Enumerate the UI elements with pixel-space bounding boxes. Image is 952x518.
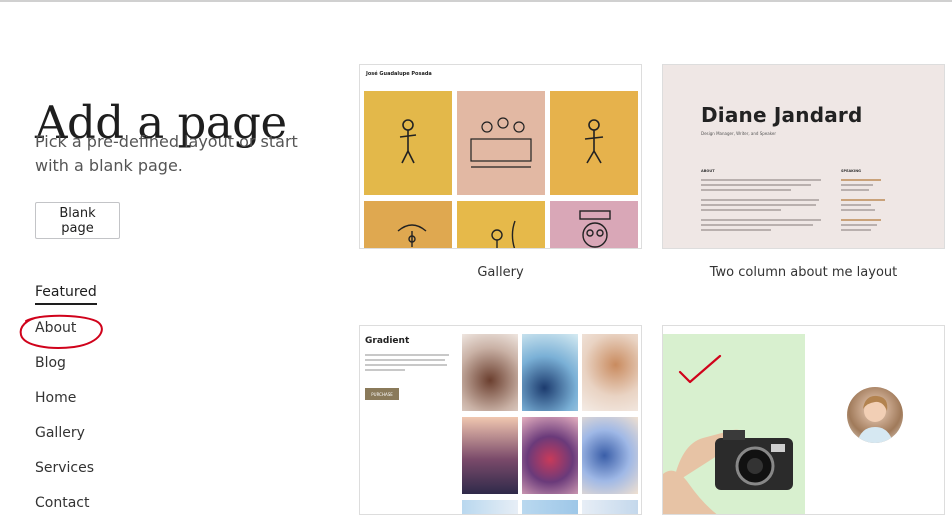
top-border (0, 0, 952, 2)
gallery-tile (457, 201, 545, 248)
gallery-preview-title: José Guadalupe Posada (366, 71, 432, 77)
gradient-tile (462, 334, 518, 411)
gradient-tile (522, 334, 578, 411)
gallery-tile (457, 91, 545, 195)
gradient-tile (582, 417, 638, 494)
gradient-tile (522, 500, 578, 514)
red-annotation-circle (19, 314, 103, 349)
gradient-text-placeholder (365, 354, 449, 371)
gradient-tile (582, 500, 638, 514)
about-preview-name: Diane Jandard (701, 103, 863, 127)
red-checkmark-icon (678, 354, 722, 384)
gradient-tile (462, 417, 518, 494)
umbrella-skeleton-icon (397, 224, 427, 247)
about-heading: ABOUT (701, 169, 715, 173)
portrait-icon (857, 395, 893, 443)
category-home[interactable]: Home (35, 390, 76, 406)
layout-card-two-column-about[interactable]: Diane Jandard Design Manager, Writer, an… (662, 64, 945, 249)
layout-card-gradient[interactable]: Gradient PURCHASE (359, 325, 642, 515)
gallery-tile (364, 91, 452, 195)
category-featured[interactable]: Featured (35, 284, 97, 305)
gradient-tile (462, 500, 518, 514)
layout-caption-gallery: Gallery (477, 265, 524, 280)
gradient-preview-title: Gradient (365, 336, 410, 346)
gradient-tile (522, 417, 578, 494)
about-text-placeholder (701, 179, 821, 231)
category-gallery[interactable]: Gallery (35, 425, 85, 441)
layout-card-gallery[interactable]: José Guadalupe Posada (359, 64, 642, 249)
category-contact[interactable]: Contact (35, 495, 89, 511)
blank-page-button[interactable]: Blank page (35, 202, 120, 239)
category-services[interactable]: Services (35, 460, 94, 476)
layout-caption-two-column-about: Two column about me layout (709, 265, 898, 280)
skeleton-illustration-icon (491, 220, 516, 248)
speaking-list-placeholder (841, 179, 885, 231)
skeleton-group-illustration-icon (470, 117, 532, 168)
avatar (847, 387, 903, 443)
skeleton-illustration-icon (584, 119, 604, 164)
gradient-tile (582, 334, 638, 411)
skeleton-illustration-icon (399, 119, 417, 164)
skull-illustration-icon (579, 210, 611, 248)
gallery-tile (364, 201, 452, 248)
purchase-button: PURCHASE (365, 388, 399, 400)
category-blog[interactable]: Blog (35, 355, 66, 371)
speaking-heading: SPEAKING (841, 169, 862, 173)
gallery-tile (550, 91, 638, 195)
about-preview-role: Design Manager, Writer, and Speaker (701, 131, 776, 136)
page-subtitle: Pick a pre-defined layout or start with … (35, 132, 298, 175)
gallery-tile (550, 201, 638, 248)
